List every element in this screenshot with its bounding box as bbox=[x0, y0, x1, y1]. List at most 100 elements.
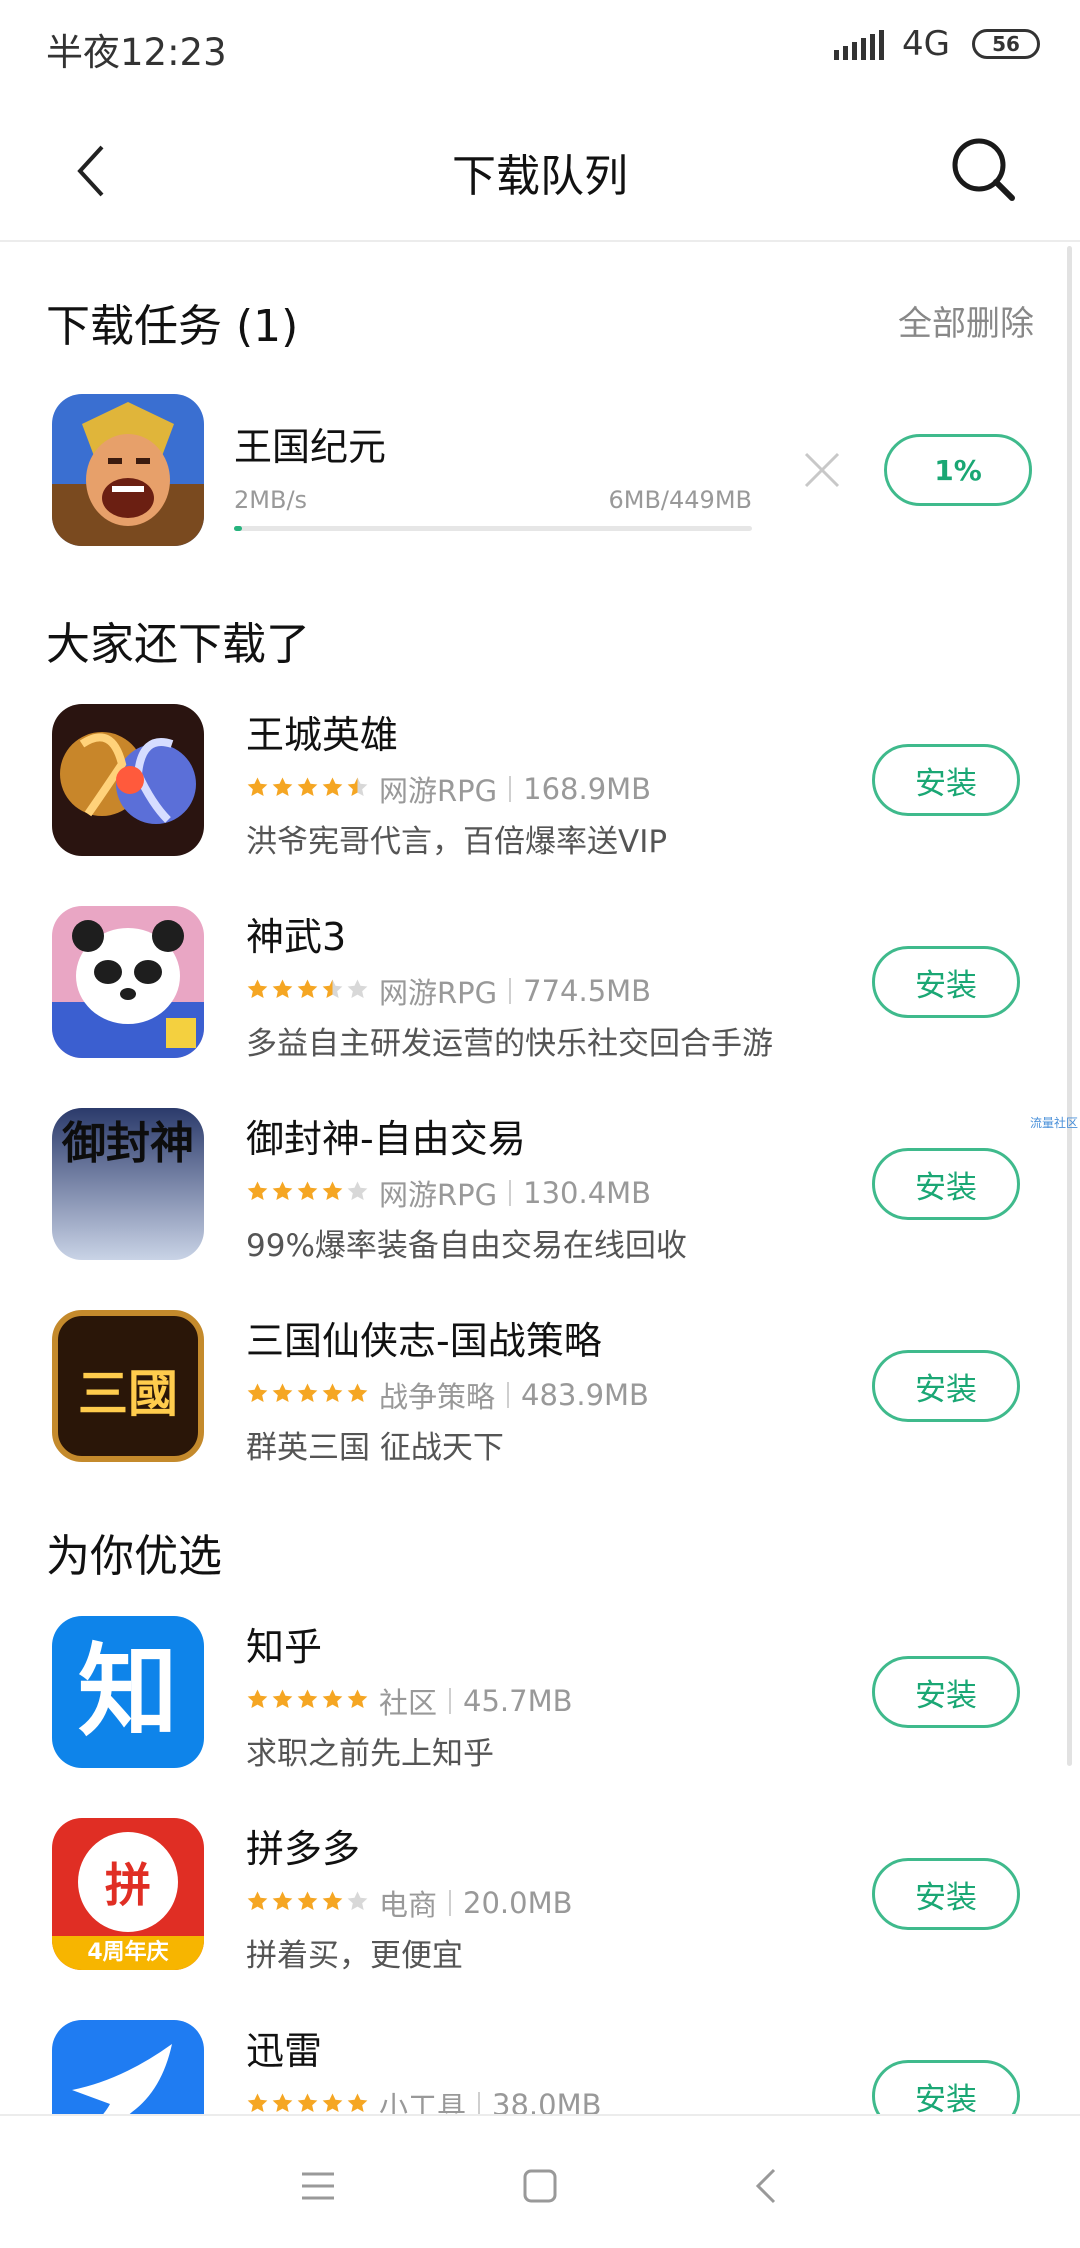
app-description: 拼着买，更便宜 bbox=[246, 1938, 463, 1974]
delete-all-button[interactable]: 全部删除 bbox=[898, 296, 1034, 345]
menu-icon bbox=[302, 2172, 334, 2200]
app-name: 三国仙侠志-国战策略 bbox=[246, 1319, 602, 1363]
rating-stars bbox=[246, 772, 369, 806]
app-name: 御封神-自由交易 bbox=[246, 1117, 526, 1161]
app-meta: 网游RPG 168.9MB bbox=[246, 768, 651, 810]
status-time: 半夜12:23 bbox=[46, 31, 227, 74]
app-name: 迅雷 bbox=[246, 2029, 323, 2073]
install-button[interactable]: 安装 bbox=[872, 1148, 1020, 1220]
star-icon bbox=[321, 1886, 344, 1920]
star-icon bbox=[246, 1378, 269, 1412]
picks-section-title: 为你优选 bbox=[46, 1531, 222, 1582]
star-icon bbox=[271, 1886, 294, 1920]
star-icon bbox=[296, 1176, 319, 1210]
star-icon bbox=[296, 1684, 319, 1718]
app-icon-wangguojiyuan bbox=[52, 394, 204, 546]
star-icon bbox=[346, 1684, 369, 1718]
app-size: 774.5MB bbox=[523, 974, 652, 1008]
app-category: 战争策略 bbox=[379, 1380, 496, 1414]
search-button[interactable] bbox=[948, 134, 1020, 206]
star-icon bbox=[271, 1378, 294, 1412]
app-size: 20.0MB bbox=[463, 1886, 573, 1920]
status-bar: 半夜12:23 4G 56 bbox=[0, 0, 1080, 90]
app-meta: 战争策略 483.9MB bbox=[246, 1374, 649, 1416]
app-name: 拼多多 bbox=[246, 1827, 361, 1871]
app-row[interactable]: 知 知乎 社区 45.7MB 求职之前先上知乎 安装 bbox=[0, 1600, 1080, 1780]
app-row[interactable]: 拼 4周年庆 拼多多 电商 20.0MB 拼着买，更便宜 安装 bbox=[0, 1802, 1080, 1982]
cancel-download-button[interactable] bbox=[800, 448, 844, 492]
download-progress-bar bbox=[234, 526, 752, 531]
download-section-title: 下载任务 (1) bbox=[46, 301, 299, 352]
install-button[interactable]: 安装 bbox=[872, 744, 1020, 816]
close-icon bbox=[804, 452, 840, 488]
star-icon bbox=[346, 1886, 369, 1920]
app-description: 群英三国 征战天下 bbox=[246, 1430, 504, 1466]
divider bbox=[509, 978, 512, 1004]
install-button[interactable]: 安装 bbox=[872, 1858, 1020, 1930]
app-row[interactable]: 三國 三国仙侠志-国战策略 战争策略 483.9MB 群英三国 征战天下 安装 bbox=[0, 1294, 1080, 1474]
star-icon bbox=[246, 1176, 269, 1210]
download-progress-button[interactable]: 1% bbox=[884, 434, 1032, 506]
pinduoduo-banner-text: 4周年庆 bbox=[87, 1940, 169, 1965]
download-speed: 2MB/s bbox=[234, 486, 308, 514]
app-size: 130.4MB bbox=[523, 1176, 652, 1210]
yufengshen-logo: 御封神 bbox=[62, 1118, 194, 1169]
app-meta: 网游RPG 130.4MB bbox=[246, 1172, 651, 1214]
app-description: 多益自主研发运营的快乐社交回合手游 bbox=[246, 1026, 773, 1062]
rating-stars bbox=[246, 1684, 369, 1718]
app-category: 网游RPG bbox=[379, 774, 498, 808]
download-size: 6MB/449MB bbox=[608, 486, 752, 514]
install-button[interactable]: 安装 bbox=[872, 1656, 1020, 1728]
star-icon bbox=[296, 1378, 319, 1412]
zhihu-logo: 知 bbox=[78, 1633, 178, 1750]
star-icon bbox=[296, 772, 319, 806]
rating-stars bbox=[246, 1378, 369, 1412]
star-icon bbox=[321, 772, 344, 806]
star-icon bbox=[296, 974, 319, 1008]
app-description: 求职之前先上知乎 bbox=[246, 1736, 494, 1772]
app-icon-sanguoxianxia: 三國 bbox=[52, 1310, 204, 1462]
pinduoduo-logo-text: 拼 bbox=[105, 1858, 151, 1912]
app-name: 知乎 bbox=[246, 1625, 323, 1669]
status-icons: 4G 56 bbox=[834, 24, 1040, 64]
star-icon bbox=[246, 974, 269, 1008]
app-icon-yufengshen: 御封神 bbox=[52, 1108, 204, 1260]
search-icon bbox=[952, 138, 1015, 201]
app-meta: 电商 20.0MB bbox=[246, 1882, 573, 1924]
rating-stars bbox=[246, 1176, 369, 1210]
app-description: 99%爆率装备自由交易在线回收 bbox=[246, 1228, 687, 1264]
app-row[interactable]: 王城英雄 网游RPG 168.9MB 洪爷宪哥代言，百倍爆率送VIP 安装 bbox=[0, 688, 1080, 868]
home-square-icon bbox=[523, 2169, 557, 2203]
star-icon bbox=[271, 974, 294, 1008]
app-row[interactable]: 御封神 御封神-自由交易 网游RPG 130.4MB 99%爆率装备自由交易在线… bbox=[0, 1092, 1080, 1272]
network-label: 4G bbox=[902, 24, 950, 64]
signal-icon bbox=[834, 28, 885, 60]
nav-back-button[interactable] bbox=[726, 2146, 806, 2226]
star-icon bbox=[346, 772, 369, 806]
app-row[interactable]: 神武3 网游RPG 774.5MB 多益自主研发运营的快乐社交回合手游 安装 bbox=[0, 890, 1080, 1070]
menu-button[interactable] bbox=[278, 2146, 358, 2226]
app-category: 电商 bbox=[379, 1888, 438, 1922]
download-progress-fill bbox=[234, 526, 242, 531]
app-icon-zhihu: 知 bbox=[52, 1616, 204, 1768]
download-task-row[interactable]: 王国纪元 2MB/s 6MB/449MB 1% bbox=[0, 380, 1080, 560]
page-title: 下载队列 bbox=[452, 151, 628, 202]
star-icon bbox=[246, 1684, 269, 1718]
app-meta: 网游RPG 774.5MB bbox=[246, 970, 651, 1012]
app-icon-pinduoduo: 拼 4周年庆 bbox=[52, 1818, 204, 1970]
app-category: 网游RPG bbox=[379, 976, 498, 1010]
star-icon bbox=[271, 1684, 294, 1718]
app-meta: 社区 45.7MB bbox=[246, 1680, 573, 1722]
star-icon bbox=[321, 1378, 344, 1412]
home-button[interactable] bbox=[500, 2146, 580, 2226]
app-icon-wangchengyingxiong bbox=[52, 704, 204, 856]
install-button[interactable]: 安装 bbox=[872, 946, 1020, 1018]
also-downloaded-title: 大家还下载了 bbox=[46, 619, 310, 670]
app-icon-shenwu3 bbox=[52, 906, 204, 1058]
star-icon bbox=[321, 1176, 344, 1210]
star-icon bbox=[346, 974, 369, 1008]
star-icon bbox=[346, 1176, 369, 1210]
system-nav-bar bbox=[0, 2114, 1080, 2248]
divider bbox=[509, 776, 512, 802]
install-button[interactable]: 安装 bbox=[872, 1350, 1020, 1422]
